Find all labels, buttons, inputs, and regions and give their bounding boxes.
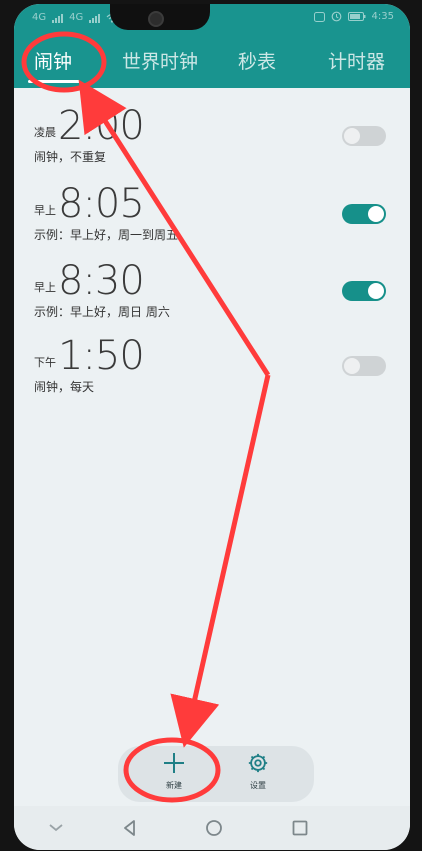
- status-time: 4:35: [371, 11, 394, 22]
- system-nav-bar: [14, 806, 410, 850]
- alarm-item[interactable]: 凌晨 2:00 闹钟，不重复: [14, 98, 410, 168]
- tab-alarm[interactable]: 闹钟: [34, 50, 72, 74]
- alarm-period: 早上: [34, 281, 56, 294]
- alarm-time-row: 凌晨 2:00: [34, 103, 145, 149]
- alarm-toggle[interactable]: [342, 356, 386, 376]
- settings-label: 设置: [250, 781, 266, 790]
- alarm-time: 2:00: [58, 103, 145, 149]
- tab-timer[interactable]: 计时器: [328, 50, 385, 74]
- alarm-period: 早上: [34, 204, 56, 217]
- signal-label-2: 4G: [69, 12, 84, 23]
- bottom-action-bar: 新建 设置: [118, 746, 314, 802]
- plus-icon: [163, 752, 185, 774]
- signal-icon: [52, 13, 64, 23]
- battery-icon: [347, 12, 366, 21]
- toggle-knob: [344, 128, 360, 144]
- toggle-knob: [344, 358, 360, 374]
- phone-frame: 4G 4G 4:35 闹钟 世界时钟 秒表 计时器 凌晨 2:00 闹钟，不重复…: [0, 0, 422, 851]
- alarm-time: 8:05: [58, 181, 145, 227]
- tab-bar: 闹钟 世界时钟 秒表 计时器: [14, 44, 410, 84]
- status-bar: 4G 4G 4:35: [14, 4, 410, 32]
- tab-indicator: [28, 80, 80, 83]
- new-alarm-button[interactable]: 新建: [152, 752, 196, 791]
- alarm-item[interactable]: 下午 1:50 闹钟，每天: [14, 328, 410, 398]
- signal-icon-2: [89, 13, 101, 23]
- settings-button[interactable]: 设置: [236, 752, 280, 791]
- alarm-period: 下午: [34, 356, 56, 369]
- front-camera: [148, 11, 164, 27]
- alarm-toggle[interactable]: [342, 204, 386, 224]
- alarm-time-row: 早上 8:05: [34, 181, 145, 227]
- alarm-time-row: 下午 1:50: [34, 333, 145, 379]
- toggle-knob: [368, 206, 384, 222]
- alarm-screen: 4G 4G 4:35 闹钟 世界时钟 秒表 计时器 凌晨 2:00 闹钟，不重复…: [14, 4, 410, 850]
- alarm-subtitle: 示例：早上好，周一到周五: [34, 228, 179, 242]
- alarm-list: 凌晨 2:00 闹钟，不重复 早上 8:05 示例：早上好，周一到周五 早上 8…: [14, 88, 410, 748]
- alarm-toggle[interactable]: [342, 281, 386, 301]
- app-header: 4G 4G 4:35 闹钟 世界时钟 秒表 计时器: [14, 4, 410, 88]
- status-left: 4G 4G: [32, 12, 118, 23]
- back-icon[interactable]: [118, 816, 142, 840]
- alarm-subtitle: 示例：早上好，周日 周六: [34, 305, 170, 319]
- eye-comfort-icon: [313, 11, 325, 22]
- alarm-time: 1:50: [58, 333, 145, 379]
- toggle-knob: [368, 283, 384, 299]
- alarm-time: 8:30: [58, 258, 145, 304]
- alarm-period: 凌晨: [34, 126, 56, 139]
- alarm-clock-icon: [331, 11, 341, 22]
- alarm-item[interactable]: 早上 8:05 示例：早上好，周一到周五: [14, 176, 410, 246]
- recents-icon[interactable]: [288, 816, 312, 840]
- tab-stopwatch[interactable]: 秒表: [238, 50, 276, 74]
- alarm-subtitle: 闹钟，不重复: [34, 150, 107, 164]
- alarm-toggle[interactable]: [342, 126, 386, 146]
- alarm-time-row: 早上 8:30: [34, 258, 145, 304]
- alarm-subtitle: 闹钟，每天: [34, 380, 95, 394]
- home-icon[interactable]: [202, 816, 226, 840]
- new-alarm-label: 新建: [166, 781, 182, 790]
- gear-icon: [248, 753, 268, 773]
- status-right: 4:35: [313, 11, 394, 22]
- alarm-item[interactable]: 早上 8:30 示例：早上好，周日 周六: [14, 253, 410, 323]
- tab-world-clock[interactable]: 世界时钟: [122, 50, 198, 74]
- chevron-down-icon[interactable]: [44, 816, 68, 840]
- signal-label-1: 4G: [32, 12, 47, 23]
